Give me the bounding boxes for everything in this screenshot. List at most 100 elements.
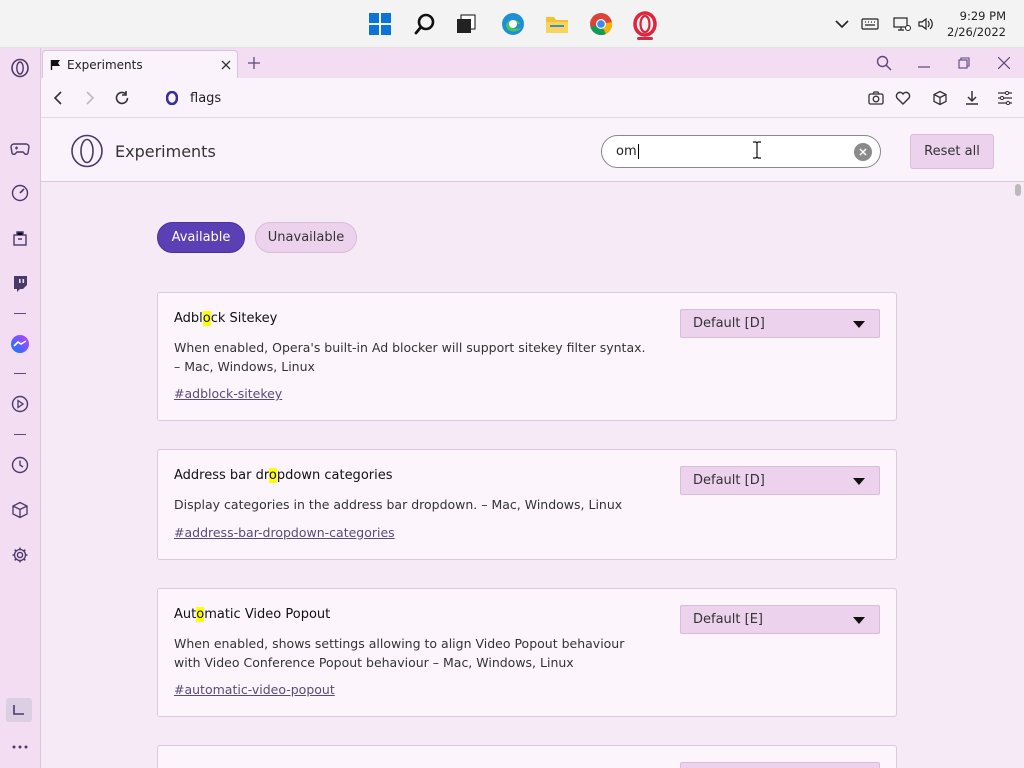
bookmark-heart-icon[interactable] [893, 88, 913, 108]
filter-unavailable-button[interactable]: Unavailable [255, 222, 357, 253]
clear-search-icon[interactable] [854, 143, 872, 161]
flag-state-dropdown[interactable] [680, 762, 880, 768]
edge-icon[interactable] [497, 8, 529, 40]
settings-gear-icon[interactable] [8, 543, 32, 567]
flag-title-part: Aut [174, 607, 197, 622]
search-match-highlight: o [268, 468, 277, 483]
restore-icon[interactable] [949, 52, 979, 74]
flag-anchor-link[interactable]: #adblock-sitekey [174, 386, 282, 401]
opera-page-icon [166, 91, 178, 105]
url-field[interactable]: flags [166, 88, 221, 108]
mouse-ibeam-cursor-icon [752, 141, 762, 159]
flag-title: Address bar dropdown categories [174, 468, 393, 483]
windows-taskbar: 9:29 PM 2/26/2022 [0, 0, 1024, 48]
flag-icon [50, 59, 62, 71]
player-icon[interactable] [8, 392, 32, 416]
forward-icon[interactable] [79, 87, 101, 109]
search-match-highlight: o [196, 607, 205, 622]
volume-icon[interactable] [916, 14, 936, 34]
flags-header: Experiments om Reset all [41, 118, 1024, 182]
chevron-up-icon[interactable] [832, 14, 852, 34]
network-icon[interactable] [892, 14, 912, 34]
extensions-icon[interactable] [930, 88, 950, 108]
dropdown-arrow-icon [853, 617, 865, 624]
search-match-highlight: o [202, 311, 211, 326]
reset-all-button[interactable]: Reset all [910, 134, 994, 169]
downloads-icon[interactable] [962, 88, 982, 108]
flag-description: When enabled, shows settings allowing to… [174, 636, 625, 670]
opera-logo-icon [70, 134, 104, 168]
close-window-icon[interactable] [989, 52, 1019, 74]
flag-title-part: Adbl [174, 311, 203, 326]
new-tab-icon[interactable] [243, 52, 265, 74]
tab-bar: Experiments [41, 48, 1024, 78]
gamepad-icon[interactable] [8, 136, 32, 160]
twitch-icon[interactable] [8, 271, 32, 295]
flag-anchor-link[interactable]: #automatic-video-popout [174, 682, 335, 697]
dropdown-arrow-icon [853, 321, 865, 328]
flag-description: Display categories in the address bar dr… [174, 497, 623, 512]
extensions-cube-icon[interactable] [8, 498, 32, 522]
sidebar-toggle-icon[interactable] [6, 698, 32, 722]
flag-card: Adblock Sitekey When enabled, Opera's bu… [157, 292, 897, 421]
opera-taskbar-icon[interactable] [629, 8, 661, 40]
reload-icon[interactable] [111, 87, 133, 109]
file-explorer-icon[interactable] [541, 8, 573, 40]
flag-title-part: pdown categories [276, 468, 393, 483]
sidebar-separator [14, 313, 26, 314]
flag-card: Automatic Video Popout When enabled, sho… [157, 588, 897, 717]
search-flags-input[interactable]: om [601, 135, 881, 168]
twitch-alt-icon[interactable] [8, 226, 32, 250]
dropdown-value: Default [D] [693, 316, 765, 331]
clock-date: 2/26/2022 [947, 25, 1006, 39]
speed-dial-icon[interactable] [8, 181, 32, 205]
messenger-icon[interactable] [8, 332, 32, 356]
opera-sidebar [0, 48, 41, 768]
filter-available-button[interactable]: Available [157, 222, 245, 253]
flag-description: When enabled, Opera's built-in Ad blocke… [174, 340, 646, 374]
history-icon[interactable] [8, 453, 32, 477]
clock-time: 9:29 PM [959, 9, 1006, 23]
more-options-icon[interactable] [8, 735, 32, 759]
task-view-icon[interactable] [450, 8, 482, 40]
chrome-icon[interactable] [585, 8, 617, 40]
search-input-value: om [616, 144, 637, 159]
flag-title-part: matic Video Popout [204, 607, 331, 622]
scrollbar-thumb[interactable] [1015, 184, 1021, 196]
tab-title: Experiments [67, 57, 143, 72]
address-bar: flags [41, 78, 1024, 118]
flag-title: Automatic Video Popout [174, 607, 330, 622]
flag-title-part: Address bar dr [174, 468, 269, 483]
active-app-indicator [637, 37, 653, 40]
flag-state-dropdown[interactable]: Default [D] [680, 309, 880, 338]
flag-state-dropdown[interactable]: Default [D] [680, 466, 880, 495]
sidebar-separator [14, 373, 26, 374]
minimize-icon[interactable] [909, 52, 939, 74]
dropdown-value: Default [E] [693, 612, 763, 627]
url-text: flags [190, 90, 222, 106]
flag-title: Adblock Sitekey [174, 311, 277, 326]
flag-anchor-link[interactable]: #address-bar-dropdown-categories [174, 525, 395, 540]
taskbar-clock[interactable]: 9:29 PM 2/26/2022 [947, 8, 1006, 40]
opera-menu-icon[interactable] [8, 56, 32, 80]
flag-state-dropdown[interactable]: Default [E] [680, 605, 880, 634]
flags-content: Available Unavailable Adblock Sitekey Wh… [41, 182, 1024, 768]
tab-experiments[interactable]: Experiments [42, 50, 238, 78]
tab-close-icon[interactable] [215, 54, 237, 76]
dropdown-arrow-icon [853, 478, 865, 485]
page-scrollbar[interactable] [1013, 182, 1024, 768]
flag-title-part: ck Sitekey [210, 311, 278, 326]
easy-setup-icon[interactable] [995, 88, 1015, 108]
keyboard-icon[interactable] [860, 14, 880, 34]
back-icon[interactable] [47, 87, 69, 109]
sidebar-separator [14, 434, 26, 435]
text-caret [637, 144, 639, 159]
flag-card: Address bar dropdown categories Display … [157, 449, 897, 560]
flag-card-partial [157, 745, 897, 768]
page-title: Experiments [115, 142, 216, 161]
windows-start-icon[interactable] [364, 8, 396, 40]
search-icon[interactable] [409, 8, 441, 40]
dropdown-value: Default [D] [693, 473, 765, 488]
snapshot-icon[interactable] [866, 88, 886, 108]
search-tabs-icon[interactable] [869, 52, 899, 74]
